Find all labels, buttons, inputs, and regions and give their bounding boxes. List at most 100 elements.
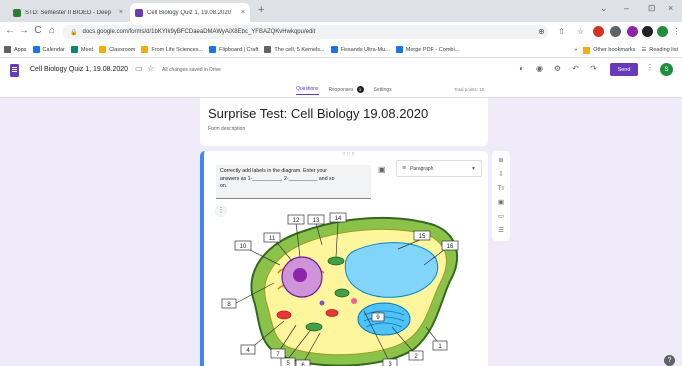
bookmark-the-cell[interactable]: The cell, 5 Kernels... bbox=[264, 46, 325, 53]
browser-tab-strip: STD: Semester II BIOED - Deep × Cell Bio… bbox=[0, 0, 682, 22]
extensions-icon[interactable] bbox=[642, 26, 653, 37]
close-icon[interactable]: × bbox=[119, 9, 123, 16]
add-video-icon[interactable]: ▭ bbox=[495, 211, 507, 223]
add-section-icon[interactable]: ☰ bbox=[495, 225, 507, 237]
tab-title: Cell Biology Quiz 1, 19.08.2020 bbox=[147, 9, 232, 16]
question-text-line: on. bbox=[220, 183, 228, 189]
tab-title: STD: Semester II BIOED - Deep bbox=[25, 9, 112, 16]
form-description[interactable]: Form description bbox=[208, 126, 245, 132]
other-bookmarks[interactable]: Other bookmarks bbox=[593, 47, 635, 53]
profile-avatar-icon[interactable] bbox=[657, 26, 668, 37]
forms-favicon-icon bbox=[135, 8, 143, 17]
google-forms-logo-icon[interactable] bbox=[10, 64, 19, 77]
forward-button[interactable]: → bbox=[18, 25, 30, 36]
bookmark-apps[interactable]: Apps bbox=[4, 46, 27, 53]
web-icon bbox=[264, 46, 272, 53]
bookmarks-bar: Apps Calendar Meet Classroom From Life S… bbox=[0, 42, 682, 58]
diagram-label-15: 15 bbox=[419, 234, 426, 240]
plant-cell-diagram: 1 2 3 4 5 6 7 8 9 10 11 12 13 14 15 16 bbox=[221, 212, 459, 366]
add-question-icon[interactable]: ⊕ bbox=[495, 155, 507, 167]
extension-red-icon[interactable] bbox=[593, 26, 604, 37]
customize-theme-icon[interactable]: ◐ bbox=[516, 64, 527, 73]
browser-tab-std[interactable]: STD: Semester II BIOED - Deep × bbox=[8, 3, 128, 22]
chevron-right-icon[interactable]: » bbox=[574, 47, 577, 53]
forms-header: Cell Biology Quiz 1, 19.08.2020 ▭ ☆ All … bbox=[0, 58, 682, 98]
bookmarks-overflow: » Other bookmarks ☰ Reading list bbox=[570, 42, 678, 57]
zoom-icon[interactable]: ⊕ bbox=[536, 26, 547, 37]
tab-responses[interactable]: Responses 3 bbox=[329, 86, 364, 95]
browser-menu-icon[interactable]: ⋮ bbox=[671, 26, 682, 37]
apps-grid-icon bbox=[4, 46, 11, 53]
diagram-label-10: 10 bbox=[240, 244, 247, 250]
reading-list-icon: ☰ bbox=[641, 47, 647, 53]
question-text-field[interactable]: Correctly add labels in the diagram. Ent… bbox=[216, 165, 371, 199]
tab-search-icon[interactable]: ⌄ bbox=[600, 3, 608, 14]
import-questions-icon[interactable]: ⇩ bbox=[495, 169, 507, 181]
add-title-icon[interactable]: Tт bbox=[495, 183, 507, 195]
bookmark-flipboard[interactable]: Flipboard | Craft bbox=[209, 46, 258, 53]
back-button[interactable]: ← bbox=[4, 25, 16, 36]
web-icon bbox=[330, 46, 338, 53]
question-text-line: answers as 1-__________, 2-__________ an… bbox=[220, 175, 335, 182]
settings-gear-icon[interactable]: ⚙ bbox=[552, 64, 563, 73]
preview-eye-icon[interactable]: ◉ bbox=[534, 64, 545, 73]
form-heading[interactable]: Surprise Test: Cell Biology 19.08.2020 bbox=[208, 106, 428, 121]
image-options-icon[interactable]: ⋮ bbox=[215, 205, 227, 217]
reload-button[interactable]: C bbox=[32, 25, 44, 36]
share-icon[interactable]: ⇧ bbox=[556, 26, 567, 37]
add-image-icon[interactable]: ▣ bbox=[495, 197, 507, 209]
account-avatar[interactable]: S bbox=[660, 63, 673, 76]
send-button[interactable]: Send bbox=[610, 63, 638, 76]
bookmark-fissands[interactable]: Fissands Ultra-Mu... bbox=[330, 46, 390, 53]
folder-icon[interactable]: ▭ bbox=[135, 64, 143, 73]
bookmark-meet[interactable]: Meet bbox=[70, 46, 93, 53]
caret-down-icon: ▼ bbox=[471, 165, 476, 172]
new-tab-button[interactable]: + bbox=[258, 4, 264, 16]
pdf-icon bbox=[395, 46, 403, 53]
maximize-button[interactable]: ⊡ bbox=[648, 3, 656, 14]
extension-puzzle-icon[interactable] bbox=[627, 26, 638, 37]
diagram-label-16: 16 bbox=[447, 244, 454, 250]
undo-icon[interactable]: ↶ bbox=[570, 64, 581, 73]
drag-handle-icon[interactable]: ⠿⠿⠿ bbox=[342, 152, 356, 158]
home-button[interactable]: ⌂ bbox=[46, 25, 58, 36]
question-text-line: Correctly add labels in the diagram. Ent… bbox=[220, 168, 327, 174]
floating-side-toolbar: ⊕ ⇩ Tт ▣ ▭ ☰ bbox=[492, 151, 510, 241]
form-title-card[interactable]: Surprise Test: Cell Biology 19.08.2020 F… bbox=[200, 98, 488, 146]
minimize-button[interactable]: – bbox=[624, 3, 629, 13]
close-icon[interactable]: × bbox=[241, 9, 245, 16]
more-options-icon[interactable]: ⋮ bbox=[646, 63, 654, 72]
close-window-button[interactable]: × bbox=[668, 3, 673, 13]
responses-count-badge: 3 bbox=[356, 86, 364, 93]
classroom-icon bbox=[99, 46, 107, 53]
extension-person-icon[interactable] bbox=[610, 26, 621, 37]
redo-icon[interactable]: ↷ bbox=[588, 64, 599, 73]
flipboard-icon bbox=[209, 46, 217, 53]
reading-list[interactable]: Reading list bbox=[649, 47, 678, 53]
help-icon[interactable]: ? bbox=[664, 355, 675, 366]
question-type-label: Paragraph bbox=[410, 165, 434, 172]
tab-settings[interactable]: Settings bbox=[374, 86, 392, 95]
diagram-label-14: 14 bbox=[335, 216, 342, 222]
bookmark-star-icon[interactable]: ☆ bbox=[575, 26, 586, 37]
form-title[interactable]: Cell Biology Quiz 1, 19.08.2020 bbox=[30, 66, 128, 73]
drive-favicon-icon bbox=[13, 8, 21, 17]
folder-icon bbox=[141, 46, 149, 53]
add-image-icon[interactable]: ▣ bbox=[378, 165, 386, 174]
question-type-dropdown[interactable]: ≡ Paragraph ▼ bbox=[396, 160, 482, 177]
bookmark-merge-pdf[interactable]: Merge PDF - Combi... bbox=[395, 46, 459, 53]
form-tabs: Questions Responses 3 Settings bbox=[296, 86, 402, 95]
bookmark-calendar[interactable]: Calendar bbox=[32, 46, 65, 53]
meet-icon bbox=[70, 46, 78, 53]
browser-tab-form[interactable]: Cell Biology Quiz 1, 19.08.2020 × bbox=[130, 3, 250, 22]
bookmark-classroom[interactable]: Classroom bbox=[99, 46, 135, 53]
folder-icon bbox=[583, 46, 591, 54]
star-icon[interactable]: ☆ bbox=[147, 64, 154, 73]
diagram-label-11: 11 bbox=[269, 236, 276, 242]
tab-questions[interactable]: Questions bbox=[296, 86, 319, 95]
total-points: Total points: 15 bbox=[454, 87, 485, 92]
bookmark-life-sciences[interactable]: From Life Sciences... bbox=[141, 46, 203, 53]
url-text: docs.google.com/forms/d/1bKYIk9yBFCDaeaD… bbox=[82, 29, 316, 35]
question-card[interactable]: ⠿⠿⠿ Correctly add labels in the diagram.… bbox=[200, 151, 488, 366]
address-bar[interactable]: 🔒 docs.google.com/forms/d/1bKYIk9yBFCDae… bbox=[62, 25, 548, 39]
